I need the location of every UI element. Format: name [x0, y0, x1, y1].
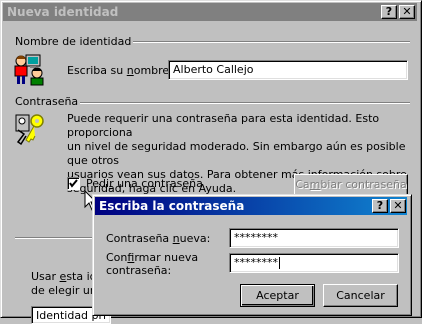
require-password-label[interactable]: Pedir una contraseña: [86, 177, 203, 190]
description-line-2: un nivel de seguridad moderado. Sin emba…: [67, 140, 406, 167]
new-password-label: Contraseña nueva:: [106, 232, 211, 245]
require-password-checkbox[interactable]: [67, 177, 80, 190]
name-field-label: Escriba su nombre:: [67, 64, 173, 77]
dialog-help-button[interactable]: ?: [372, 199, 388, 213]
password-group-line: [72, 102, 410, 104]
close-icon: ✕: [393, 199, 403, 212]
ok-button[interactable]: Aceptar: [240, 284, 315, 307]
window-title: Nueva identidad: [7, 5, 119, 19]
change-password-button[interactable]: Cambiar contraseña: [294, 174, 408, 196]
title-bar[interactable]: Nueva identidad: [3, 3, 417, 21]
new-password-input[interactable]: ********: [229, 228, 399, 248]
lower-divider-line: [15, 237, 93, 239]
dialog-title-bar[interactable]: Escriba la contraseña: [95, 197, 407, 215]
password-dialog: Escriba la contraseña ? ✕ Contraseña nue…: [92, 194, 412, 316]
dialog-title: Escriba la contraseña: [99, 199, 245, 213]
key-icon: [12, 112, 48, 148]
close-button[interactable]: ✕: [399, 5, 415, 19]
password-group-label: Contraseña: [15, 95, 81, 108]
identity-users-icon: [13, 52, 47, 88]
close-icon: ✕: [402, 5, 412, 18]
help-button[interactable]: ?: [381, 5, 397, 19]
description-line-1: Puede requerir una contraseña para esta …: [67, 112, 380, 139]
help-icon: ?: [385, 5, 393, 18]
name-group-label: Nombre de identidad: [15, 35, 134, 48]
name-group-line: [120, 41, 410, 43]
confirm-password-label: Confirmar nueva contraseña:: [106, 251, 199, 277]
confirm-password-input[interactable]: ********: [229, 253, 399, 273]
dialog-close-button[interactable]: ✕: [390, 199, 406, 213]
text-caret: [279, 257, 280, 269]
cancel-button[interactable]: Cancelar: [323, 284, 398, 307]
name-input[interactable]: Alberto Callejo: [168, 60, 408, 80]
checkmark-icon: [69, 179, 78, 188]
help-icon: ?: [376, 199, 384, 212]
